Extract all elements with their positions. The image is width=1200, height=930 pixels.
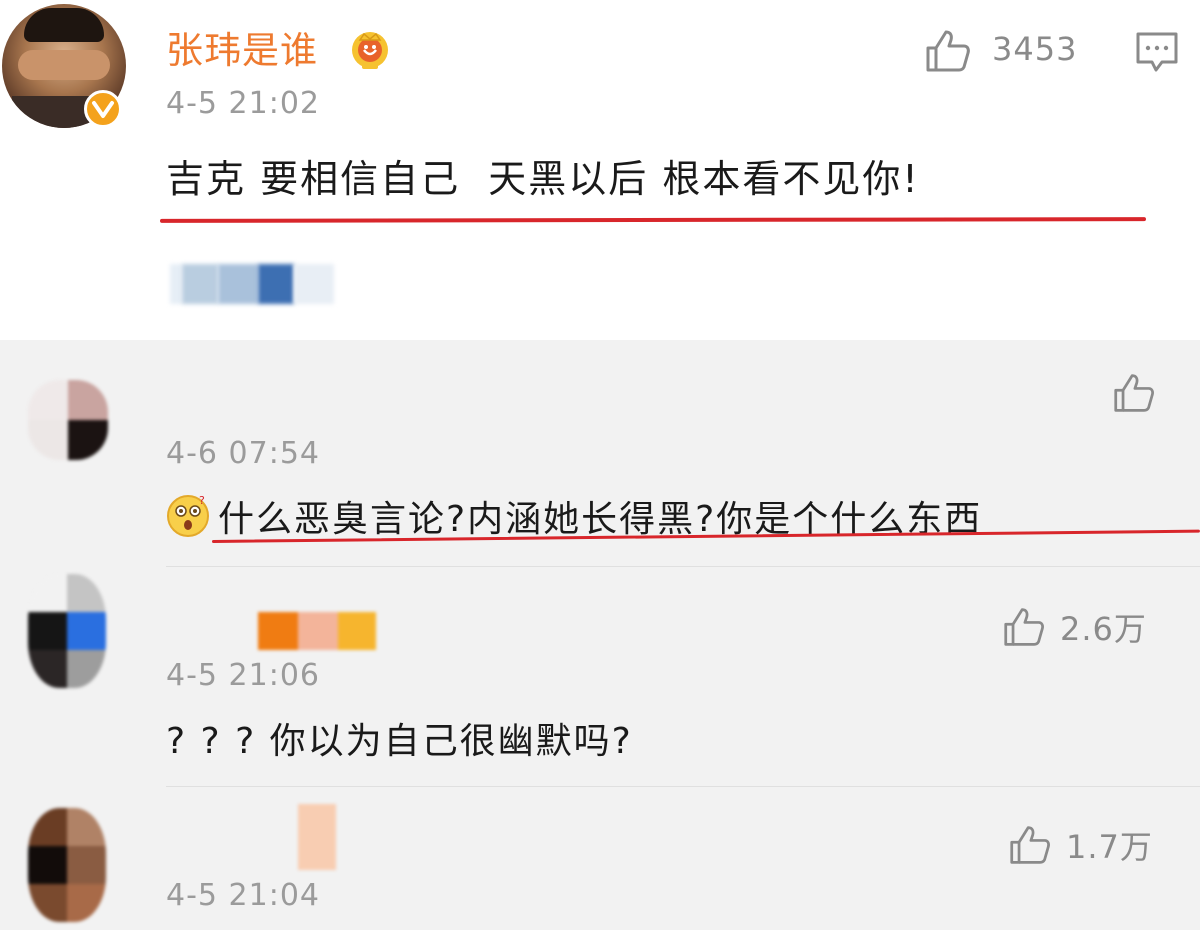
- svg-text:?: ?: [199, 494, 207, 507]
- reply-text-row: ? ? ? 你以为自己很幽默吗?: [166, 712, 633, 764]
- blurred-username[interactable]: [298, 804, 336, 870]
- thumbs-up-icon: [1010, 826, 1050, 864]
- reply-time: 4-6 07:54: [166, 436, 320, 471]
- like-button[interactable]: 1.7万: [1008, 822, 1153, 868]
- reply-item: 2.6万 4-5 21:06 ? ? ? 你以为自己很幽默吗?: [0, 566, 1200, 800]
- thumbs-up-icon[interactable]: [1112, 372, 1156, 414]
- reply-item: 1.7万 4-5 21:04: [0, 786, 1200, 930]
- like-count: 2.6万: [1060, 610, 1147, 648]
- comment-icon[interactable]: [1134, 30, 1180, 74]
- author-name[interactable]: 张玮是谁: [166, 20, 318, 74]
- reply-text: ? ? ? 你以为自己很幽默吗?: [166, 721, 633, 762]
- main-comment: 张玮是谁 4-5 21:02 3453 吉克 要相信自己 天黑以后 根本看不见你…: [0, 0, 1200, 340]
- reply-list: 4-6 07:54 ? 什么恶臭言论?内涵她长得黑?你是个什么东西 2.6万 4…: [0, 340, 1200, 930]
- weibo-comment-screenshot: 张玮是谁 4-5 21:02 3453 吉克 要相信自己 天黑以后 根本看不见你…: [0, 0, 1200, 930]
- red-underline-annotation: [159, 217, 1147, 223]
- like-count: 1.7万: [1066, 828, 1153, 866]
- reply-time: 4-5 21:06: [166, 658, 320, 693]
- thumbs-up-icon[interactable]: [924, 28, 972, 74]
- like-button[interactable]: 2.6万: [1002, 604, 1147, 650]
- thumbs-up-icon: [1004, 608, 1044, 646]
- avatar[interactable]: [28, 808, 106, 922]
- avatar[interactable]: [28, 380, 108, 460]
- avatar[interactable]: [28, 574, 106, 688]
- like-count: 3453: [992, 30, 1078, 68]
- crown-badge-icon: [352, 32, 388, 69]
- blurred-username-tags: [170, 264, 334, 304]
- surprised-face-emoji: ?: [167, 494, 209, 537]
- avatar-hands: [18, 50, 110, 80]
- reply-time: 4-5 21:04: [166, 878, 320, 913]
- comment-time: 4-5 21:02: [166, 86, 320, 121]
- verified-badge-icon: [84, 90, 122, 128]
- comment-text: 吉克 要相信自己 天黑以后 根本看不见你!: [166, 157, 920, 201]
- blurred-username[interactable]: [258, 612, 376, 650]
- reply-item: 4-6 07:54 ? 什么恶臭言论?内涵她长得黑?你是个什么东西: [0, 340, 1200, 566]
- avatar-hair: [24, 8, 104, 42]
